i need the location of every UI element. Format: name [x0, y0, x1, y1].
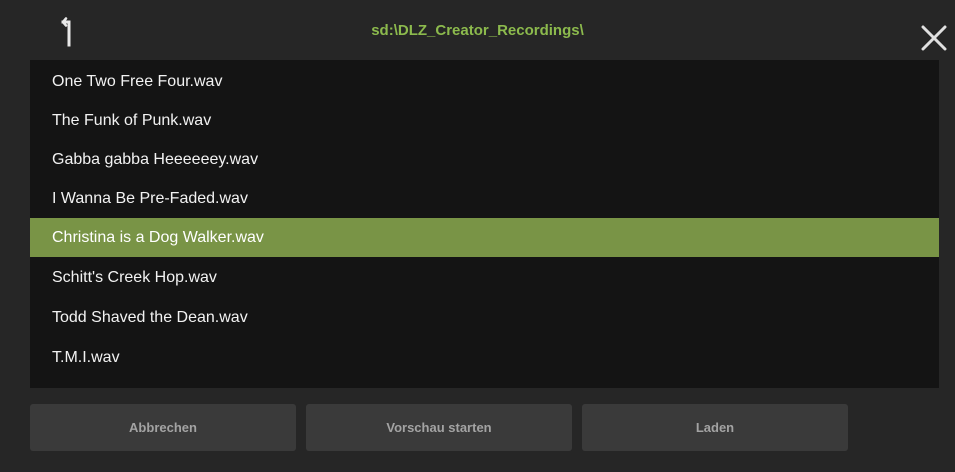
- file-row[interactable]: The Funk of Punk.wav: [30, 101, 939, 140]
- file-list: One Two Free Four.wav The Funk of Punk.w…: [30, 60, 939, 388]
- current-path: sd:\DLZ_Creator_Recordings\: [371, 22, 584, 39]
- dialog-header: sd:\DLZ_Creator_Recordings\: [0, 0, 955, 60]
- cancel-button[interactable]: Abbrechen: [30, 404, 296, 451]
- load-button[interactable]: Laden: [582, 404, 848, 451]
- file-row[interactable]: Todd Shaved the Dean.wav: [30, 298, 939, 337]
- preview-button[interactable]: Vorschau starten: [306, 404, 572, 451]
- file-row[interactable]: Gabba gabba Heeeeeey.wav: [30, 140, 939, 179]
- file-row[interactable]: T.M.I.wav: [30, 338, 939, 377]
- close-icon: [921, 25, 947, 51]
- file-browser-dialog: sd:\DLZ_Creator_Recordings\ One Two Free…: [0, 0, 955, 472]
- file-row[interactable]: Schitt's Creek Hop.wav: [30, 258, 939, 297]
- file-row[interactable]: I Wanna Be Pre-Faded.wav: [30, 179, 939, 218]
- file-row[interactable]: One Two Free Four.wav: [30, 62, 939, 101]
- close-button[interactable]: [916, 20, 952, 56]
- file-row-selected[interactable]: Christina is a Dog Walker.wav: [30, 218, 939, 257]
